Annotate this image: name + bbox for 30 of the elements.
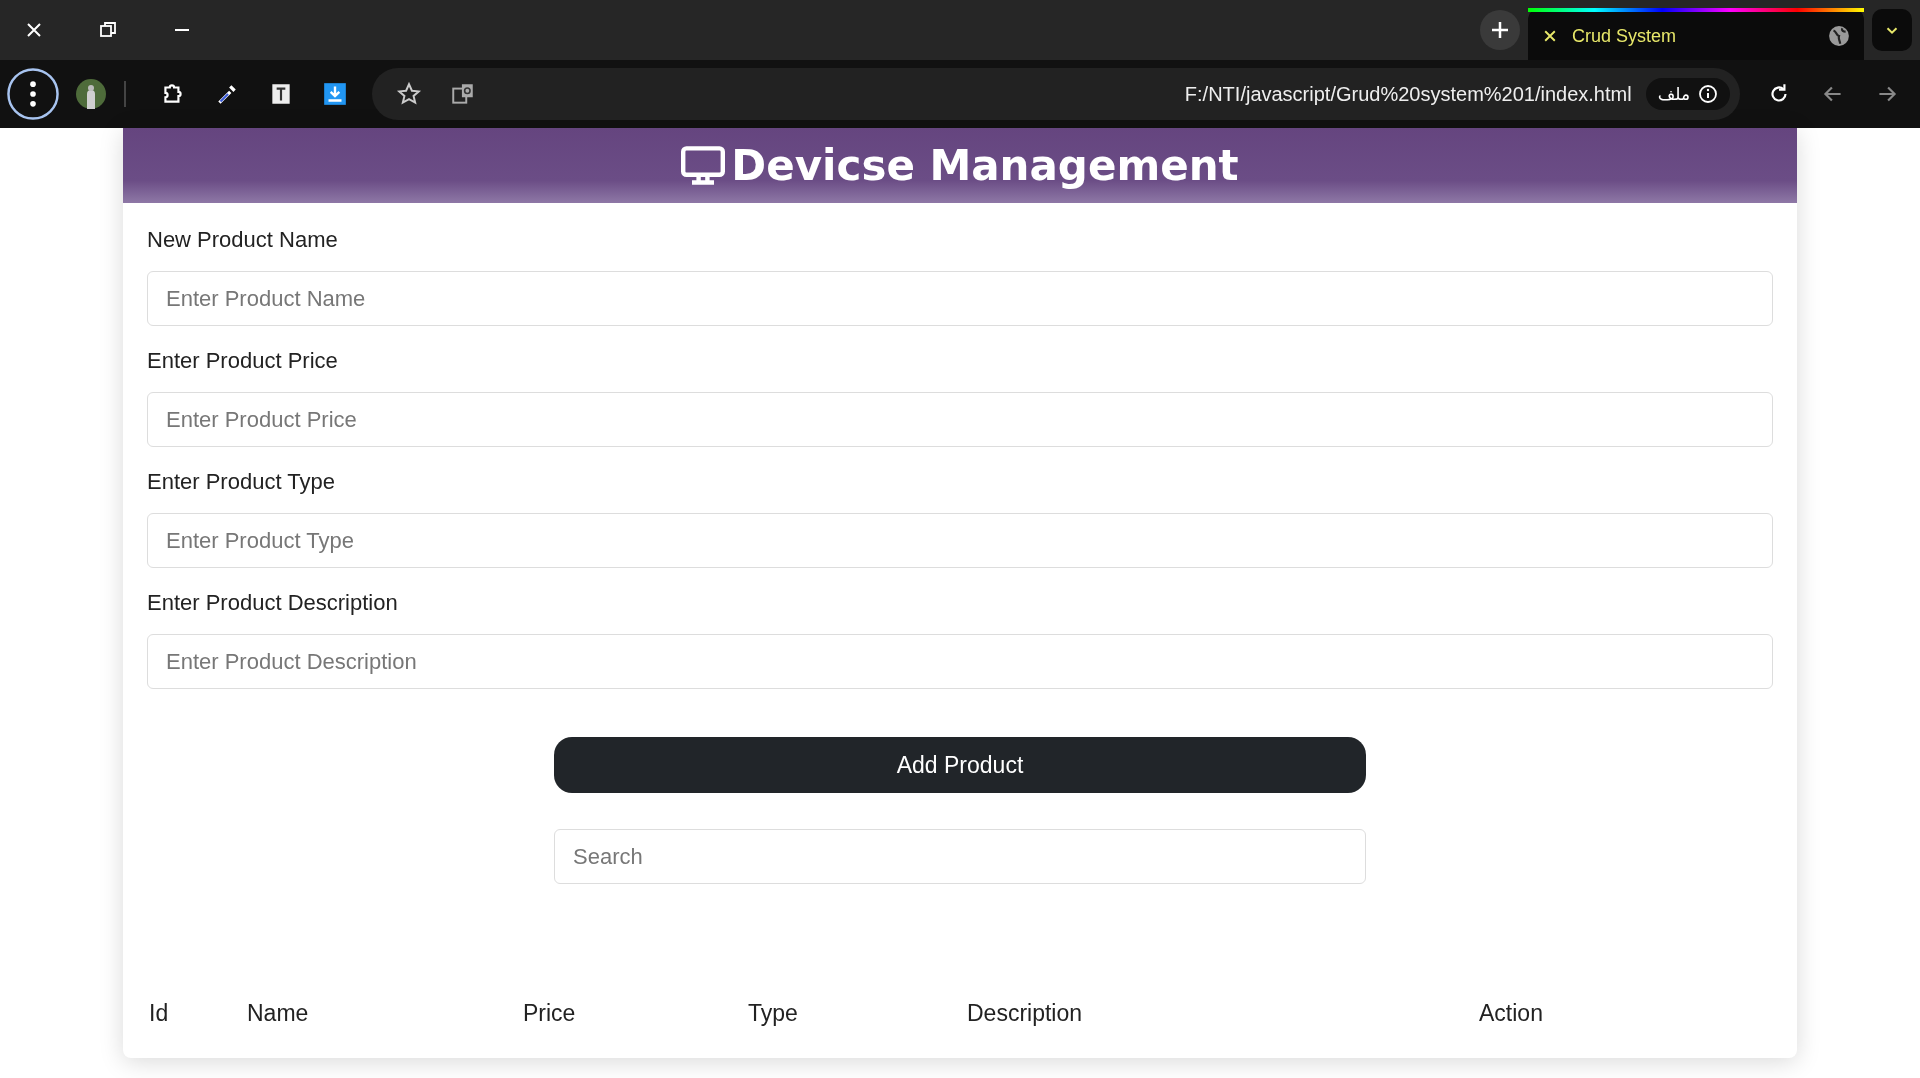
avatar-icon[interactable] [76, 79, 106, 109]
input-field[interactable]: Enter Product Description [147, 634, 1773, 689]
page-title: Devicse Management [731, 141, 1239, 190]
field-label: Enter Product Price [147, 348, 339, 374]
address-text[interactable]: F:/NTI/javascript/Grud%20system%201/index.html [490, 82, 1632, 106]
restore-icon[interactable] [98, 20, 118, 40]
input-field[interactable]: Enter Product Price [147, 392, 1773, 447]
download-icon[interactable] [322, 81, 348, 107]
column-header: Price [523, 1000, 577, 1028]
browser-tab[interactable]: Crud System [1528, 8, 1864, 60]
column-header: Description [967, 1000, 1084, 1028]
field-label: Enter Product Type [147, 469, 336, 495]
input-field[interactable]: Enter Product Name [147, 271, 1773, 326]
column-header: Action [1479, 1000, 1544, 1028]
field-label: Enter Product Description [147, 590, 399, 616]
site-info-button[interactable]: ملف [1645, 78, 1730, 110]
globe-icon [1828, 25, 1850, 47]
new-tab-icon[interactable] [1480, 10, 1520, 50]
input-field[interactable]: Enter Product Type [147, 513, 1773, 568]
info-icon [1698, 84, 1718, 104]
column-header: Name [247, 1000, 310, 1028]
close-tab-icon[interactable] [1542, 28, 1558, 44]
monitor-icon [681, 145, 726, 186]
star-icon[interactable] [396, 81, 422, 107]
add-product-button[interactable]: Add Product [554, 737, 1366, 793]
menu-icon[interactable] [6, 67, 60, 121]
search-field[interactable]: Search [554, 829, 1366, 884]
column-header: Id [149, 1000, 170, 1028]
field-label: New Product Name [147, 227, 339, 253]
column-header: Type [748, 1000, 799, 1028]
